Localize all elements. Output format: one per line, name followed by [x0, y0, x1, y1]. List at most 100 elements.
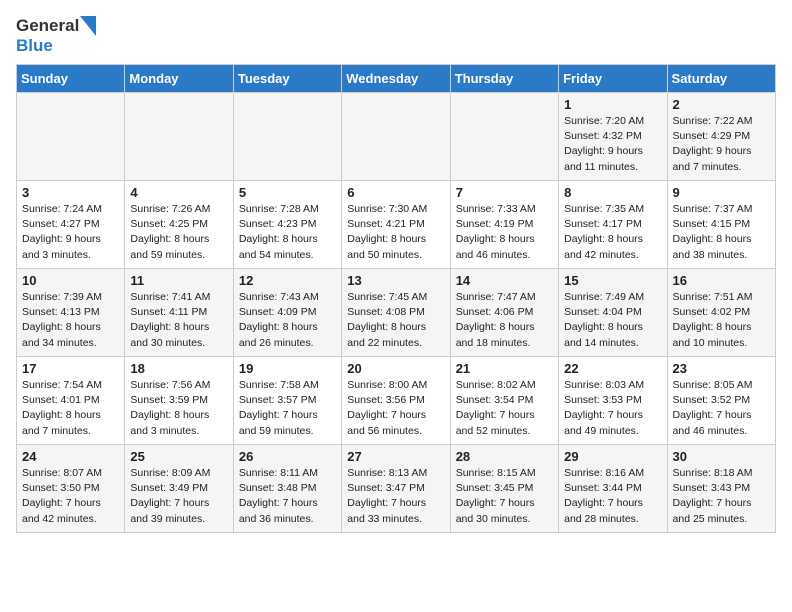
calendar-table: SundayMondayTuesdayWednesdayThursdayFrid… — [16, 64, 776, 533]
calendar-cell: 9 Sunrise: 7:37 AM Sunset: 4:15 PM Daylig… — [667, 181, 775, 269]
day-header-friday: Friday — [559, 65, 667, 93]
day-info: Sunrise: 7:37 AM Sunset: 4:15 PM Dayligh… — [673, 202, 770, 263]
calendar-cell: 29Sunrise: 8:16 AM Sunset: 3:44 PM Dayli… — [559, 445, 667, 533]
day-info: Sunrise: 8:02 AM Sunset: 3:54 PM Dayligh… — [456, 378, 553, 439]
calendar-cell: 17Sunrise: 7:54 AM Sunset: 4:01 PM Dayli… — [17, 357, 125, 445]
day-header-wednesday: Wednesday — [342, 65, 450, 93]
calendar-cell: 4 Sunrise: 7:26 AM Sunset: 4:25 PM Daylig… — [125, 181, 233, 269]
day-header-monday: Monday — [125, 65, 233, 93]
day-number: 19 — [239, 361, 336, 376]
calendar-cell: 20 Sunrise: 8:00 AM Sunset: 3:56 PM Dayli… — [342, 357, 450, 445]
calendar-cell: 23Sunrise: 8:05 AM Sunset: 3:52 PM Dayli… — [667, 357, 775, 445]
calendar-cell: 22 Sunrise: 8:03 AM Sunset: 3:53 PM Dayli… — [559, 357, 667, 445]
calendar-header: SundayMondayTuesdayWednesdayThursdayFrid… — [17, 65, 776, 93]
day-number: 13 — [347, 273, 444, 288]
day-info: Sunrise: 7:43 AM Sunset: 4:09 PM Dayligh… — [239, 290, 336, 351]
calendar-cell: 27 Sunrise: 8:13 AM Sunset: 3:47 PM Dayli… — [342, 445, 450, 533]
day-info: Sunrise: 8:18 AM Sunset: 3:43 PM Dayligh… — [673, 466, 770, 527]
day-number: 28 — [456, 449, 553, 464]
day-info: Sunrise: 8:03 AM Sunset: 3:53 PM Dayligh… — [564, 378, 661, 439]
calendar-cell: 19 Sunrise: 7:58 AM Sunset: 3:57 PM Dayli… — [233, 357, 341, 445]
day-header-sunday: Sunday — [17, 65, 125, 93]
logo-wordmark: General — [16, 16, 97, 36]
day-info: Sunrise: 7:33 AM Sunset: 4:19 PM Dayligh… — [456, 202, 553, 263]
day-info: Sunrise: 7:58 AM Sunset: 3:57 PM Dayligh… — [239, 378, 336, 439]
day-number: 18 — [130, 361, 227, 376]
calendar-cell: 24 Sunrise: 8:07 AM Sunset: 3:50 PM Dayli… — [17, 445, 125, 533]
logo: General Blue — [16, 16, 97, 56]
calendar-cell: 5 Sunrise: 7:28 AM Sunset: 4:23 PM Daylig… — [233, 181, 341, 269]
calendar-cell: 15 Sunrise: 7:49 AM Sunset: 4:04 PM Dayli… — [559, 269, 667, 357]
day-number: 8 — [564, 185, 661, 200]
day-info: Sunrise: 7:49 AM Sunset: 4:04 PM Dayligh… — [564, 290, 661, 351]
day-number: 5 — [239, 185, 336, 200]
day-info: Sunrise: 7:26 AM Sunset: 4:25 PM Dayligh… — [130, 202, 227, 263]
day-number: 24 — [22, 449, 119, 464]
day-number: 3 — [22, 185, 119, 200]
week-row-1: 1 Sunrise: 7:20 AM Sunset: 4:32 PM Daylig… — [17, 93, 776, 181]
calendar-cell: 25Sunrise: 8:09 AM Sunset: 3:49 PM Dayli… — [125, 445, 233, 533]
logo-general-text: General — [16, 16, 79, 36]
calendar-cell: 18Sunrise: 7:56 AM Sunset: 3:59 PM Dayli… — [125, 357, 233, 445]
calendar-cell: 2 Sunrise: 7:22 AM Sunset: 4:29 PM Daylig… — [667, 93, 775, 181]
day-number: 20 — [347, 361, 444, 376]
calendar-cell: 8 Sunrise: 7:35 AM Sunset: 4:17 PM Daylig… — [559, 181, 667, 269]
calendar-cell — [125, 93, 233, 181]
logo-arrow-icon — [80, 16, 96, 36]
day-header-thursday: Thursday — [450, 65, 558, 93]
calendar-cell: 14Sunrise: 7:47 AM Sunset: 4:06 PM Dayli… — [450, 269, 558, 357]
day-number: 15 — [564, 273, 661, 288]
calendar-cell: 30 Sunrise: 8:18 AM Sunset: 3:43 PM Dayli… — [667, 445, 775, 533]
day-number: 30 — [673, 449, 770, 464]
calendar-cell: 10 Sunrise: 7:39 AM Sunset: 4:13 PM Dayli… — [17, 269, 125, 357]
day-info: Sunrise: 8:13 AM Sunset: 3:47 PM Dayligh… — [347, 466, 444, 527]
day-number: 14 — [456, 273, 553, 288]
day-number: 2 — [673, 97, 770, 112]
day-info: Sunrise: 8:07 AM Sunset: 3:50 PM Dayligh… — [22, 466, 119, 527]
day-number: 10 — [22, 273, 119, 288]
page-header: General Blue — [16, 16, 776, 56]
day-info: Sunrise: 7:35 AM Sunset: 4:17 PM Dayligh… — [564, 202, 661, 263]
day-number: 12 — [239, 273, 336, 288]
week-row-5: 24 Sunrise: 8:07 AM Sunset: 3:50 PM Dayli… — [17, 445, 776, 533]
day-number: 9 — [673, 185, 770, 200]
day-number: 25 — [130, 449, 227, 464]
day-number: 4 — [130, 185, 227, 200]
day-info: Sunrise: 7:39 AM Sunset: 4:13 PM Dayligh… — [22, 290, 119, 351]
day-info: Sunrise: 7:22 AM Sunset: 4:29 PM Dayligh… — [673, 114, 770, 175]
day-number: 7 — [456, 185, 553, 200]
calendar-cell — [17, 93, 125, 181]
day-info: Sunrise: 7:24 AM Sunset: 4:27 PM Dayligh… — [22, 202, 119, 263]
day-info: Sunrise: 8:15 AM Sunset: 3:45 PM Dayligh… — [456, 466, 553, 527]
day-header-saturday: Saturday — [667, 65, 775, 93]
day-info: Sunrise: 7:20 AM Sunset: 4:32 PM Dayligh… — [564, 114, 661, 175]
day-info: Sunrise: 7:41 AM Sunset: 4:11 PM Dayligh… — [130, 290, 227, 351]
calendar-cell — [233, 93, 341, 181]
day-number: 11 — [130, 273, 227, 288]
day-header-tuesday: Tuesday — [233, 65, 341, 93]
calendar-cell — [342, 93, 450, 181]
calendar-cell — [450, 93, 558, 181]
calendar-cell: 1 Sunrise: 7:20 AM Sunset: 4:32 PM Daylig… — [559, 93, 667, 181]
day-info: Sunrise: 7:51 AM Sunset: 4:02 PM Dayligh… — [673, 290, 770, 351]
day-info: Sunrise: 8:00 AM Sunset: 3:56 PM Dayligh… — [347, 378, 444, 439]
day-info: Sunrise: 7:54 AM Sunset: 4:01 PM Dayligh… — [22, 378, 119, 439]
calendar-cell: 3 Sunrise: 7:24 AM Sunset: 4:27 PM Daylig… — [17, 181, 125, 269]
day-info: Sunrise: 7:45 AM Sunset: 4:08 PM Dayligh… — [347, 290, 444, 351]
day-info: Sunrise: 7:28 AM Sunset: 4:23 PM Dayligh… — [239, 202, 336, 263]
calendar-cell: 11 Sunrise: 7:41 AM Sunset: 4:11 PM Dayli… — [125, 269, 233, 357]
calendar-cell: 7 Sunrise: 7:33 AM Sunset: 4:19 PM Daylig… — [450, 181, 558, 269]
calendar-cell: 13 Sunrise: 7:45 AM Sunset: 4:08 PM Dayli… — [342, 269, 450, 357]
day-number: 27 — [347, 449, 444, 464]
day-number: 29 — [564, 449, 661, 464]
calendar-cell: 28 Sunrise: 8:15 AM Sunset: 3:45 PM Dayli… — [450, 445, 558, 533]
calendar-cell: 26Sunrise: 8:11 AM Sunset: 3:48 PM Dayli… — [233, 445, 341, 533]
calendar-cell: 6Sunrise: 7:30 AM Sunset: 4:21 PM Daylig… — [342, 181, 450, 269]
day-number: 16 — [673, 273, 770, 288]
day-number: 22 — [564, 361, 661, 376]
day-number: 1 — [564, 97, 661, 112]
logo-blue-text: Blue — [16, 36, 53, 56]
day-number: 6 — [347, 185, 444, 200]
week-row-3: 10 Sunrise: 7:39 AM Sunset: 4:13 PM Dayli… — [17, 269, 776, 357]
calendar-cell: 21Sunrise: 8:02 AM Sunset: 3:54 PM Dayli… — [450, 357, 558, 445]
